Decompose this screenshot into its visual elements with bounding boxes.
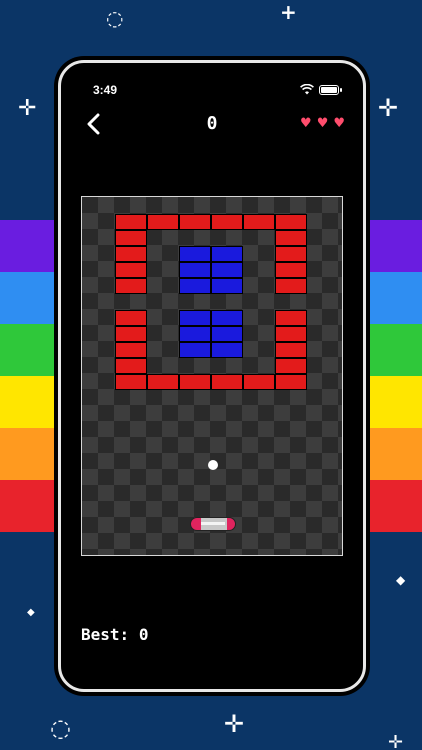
red-brick — [275, 262, 307, 278]
best-score: Best: 0 — [81, 625, 148, 644]
blue-brick — [179, 310, 211, 326]
blue-brick — [211, 342, 243, 358]
red-brick — [275, 230, 307, 246]
game-board[interactable] — [81, 196, 343, 556]
sparkle-icon: ✛ — [378, 94, 399, 122]
red-brick — [147, 214, 179, 230]
sparkle-icon: ◆ — [396, 573, 406, 587]
status-time: 3:49 — [93, 83, 118, 97]
sparkle-icon: ◌ — [50, 714, 71, 742]
best-value: 0 — [138, 625, 149, 644]
system-icons — [300, 84, 342, 95]
sparkle-icon: ✛ — [388, 732, 404, 750]
red-brick — [115, 214, 147, 230]
blue-brick — [211, 326, 243, 342]
red-brick — [275, 214, 307, 230]
red-brick — [115, 246, 147, 262]
sparkle-icon: ✛ — [18, 96, 37, 121]
red-brick — [115, 374, 147, 390]
blue-brick — [179, 246, 211, 262]
game-header: 0 ♥ ♥ ♥ — [61, 109, 363, 139]
red-brick — [115, 310, 147, 326]
red-brick — [275, 374, 307, 390]
red-brick — [211, 214, 243, 230]
red-brick — [115, 230, 147, 246]
blue-brick — [211, 310, 243, 326]
blue-brick — [179, 326, 211, 342]
sparkle-icon: ◌ — [106, 6, 124, 30]
sparkle-icon: ✛ — [224, 710, 245, 738]
heart-icon: ♥ — [316, 116, 329, 131]
blue-brick — [211, 262, 243, 278]
lives-indicator: ♥ ♥ ♥ — [300, 117, 345, 130]
sparkle-icon: ◆ — [27, 607, 35, 618]
phone-frame: 3:49 0 ♥ ♥ ♥ Best: 0 — [58, 60, 366, 692]
red-brick — [115, 326, 147, 342]
best-label: Best: — [81, 625, 130, 644]
red-brick — [115, 342, 147, 358]
red-brick — [115, 358, 147, 374]
red-brick — [179, 374, 211, 390]
red-brick — [179, 214, 211, 230]
sparkle-icon: + — [280, 0, 297, 24]
red-brick — [147, 374, 179, 390]
red-brick — [243, 214, 275, 230]
red-brick — [211, 374, 243, 390]
red-brick — [275, 310, 307, 326]
status-bar: 3:49 — [61, 63, 363, 103]
heart-icon: ♥ — [300, 116, 312, 131]
paddle[interactable] — [190, 517, 236, 531]
blue-brick — [179, 342, 211, 358]
heart-icon: ♥ — [333, 116, 345, 131]
wifi-icon — [300, 84, 314, 95]
red-brick — [275, 358, 307, 374]
red-brick — [243, 374, 275, 390]
red-brick — [275, 342, 307, 358]
blue-brick — [179, 262, 211, 278]
ball — [208, 460, 218, 470]
red-brick — [275, 326, 307, 342]
battery-icon — [319, 84, 342, 95]
blue-brick — [211, 278, 243, 294]
blue-brick — [179, 278, 211, 294]
red-brick — [115, 278, 147, 294]
blue-brick — [211, 246, 243, 262]
red-brick — [275, 246, 307, 262]
red-brick — [115, 262, 147, 278]
red-brick — [275, 278, 307, 294]
